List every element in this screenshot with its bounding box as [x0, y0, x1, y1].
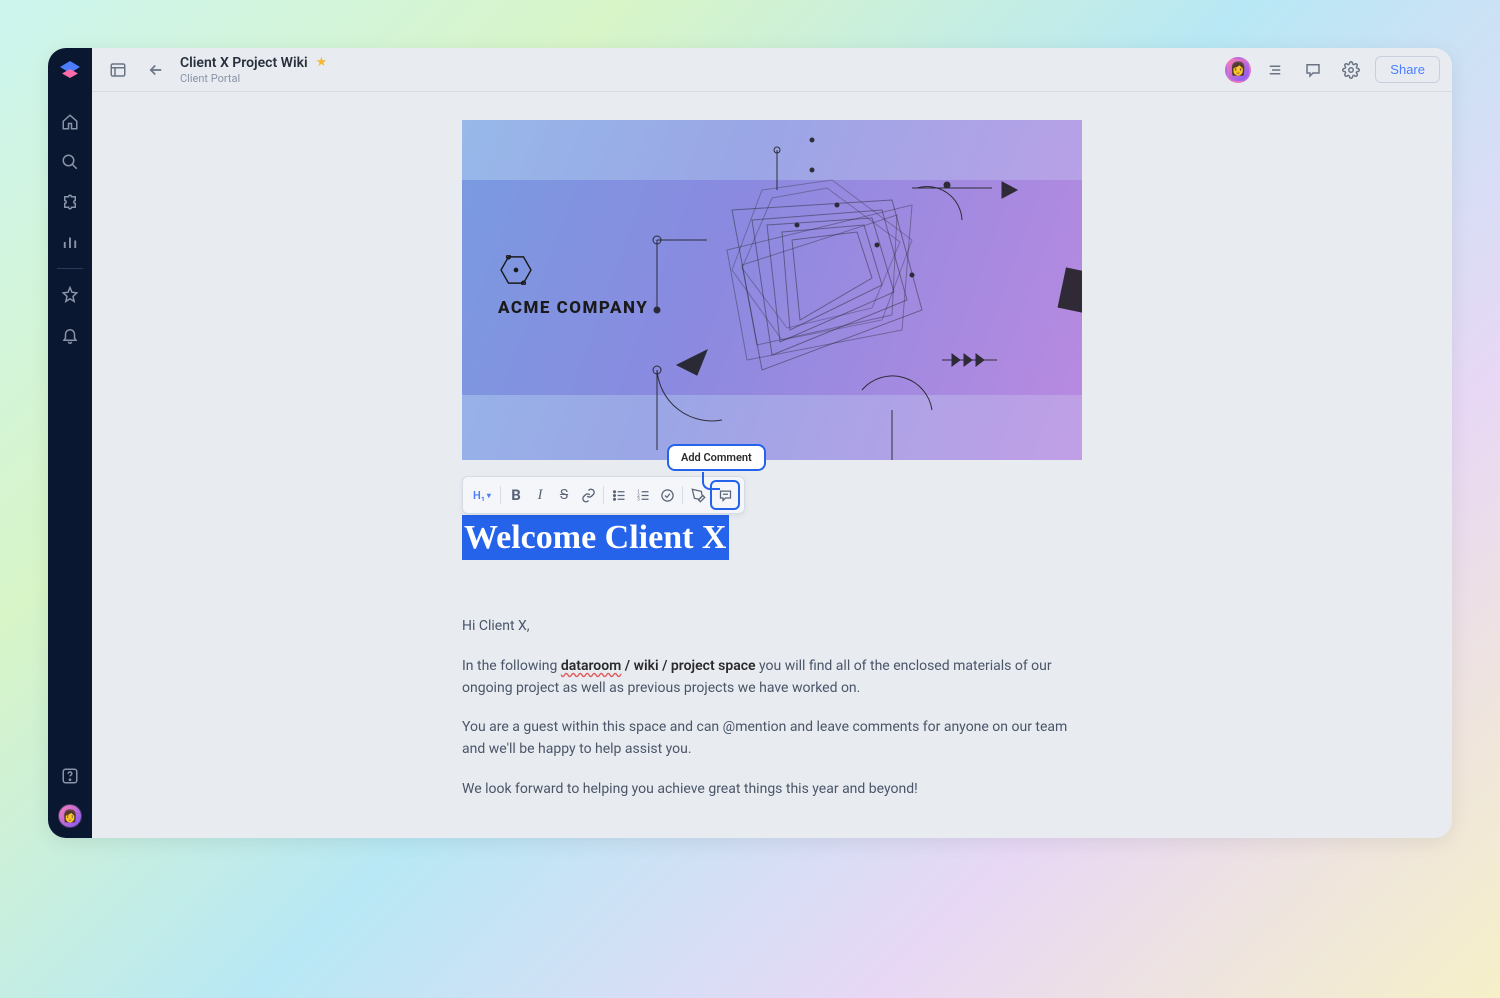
- outline-icon[interactable]: [1261, 56, 1289, 84]
- main-column: Client X Project Wiki ★ Client Portal 👩 …: [92, 48, 1452, 838]
- italic-button[interactable]: I: [528, 483, 552, 507]
- page-title[interactable]: Client X Project Wiki: [180, 55, 308, 71]
- body-paragraph[interactable]: Hi Client X,: [462, 616, 1082, 638]
- cover-company-label: ACME COMPANY: [498, 298, 648, 318]
- strikethrough-button[interactable]: S: [552, 483, 576, 507]
- help-icon[interactable]: [56, 762, 84, 790]
- bell-icon[interactable]: [56, 321, 84, 349]
- heading-block: H₁▾ B I S 123: [462, 516, 1082, 560]
- topbar: Client X Project Wiki ★ Client Portal 👩 …: [92, 48, 1452, 92]
- nav-rail: 👩: [48, 48, 92, 838]
- document-body[interactable]: Hi Client X, In the following dataroom /…: [462, 616, 1082, 800]
- user-avatar[interactable]: 👩: [1225, 57, 1251, 83]
- app-logo[interactable]: [57, 58, 83, 84]
- body-paragraph[interactable]: You are a guest within this space and ca…: [462, 717, 1082, 760]
- document: ACME COMPANY: [462, 120, 1082, 810]
- cover-image[interactable]: ACME COMPANY: [462, 120, 1082, 460]
- bullet-list-button[interactable]: [607, 483, 631, 507]
- comments-icon[interactable]: [1299, 56, 1327, 84]
- breadcrumb[interactable]: Client Portal: [180, 72, 327, 85]
- search-icon[interactable]: [56, 148, 84, 176]
- rail-divider: [57, 268, 83, 269]
- title-block: Client X Project Wiki ★ Client Portal: [180, 55, 327, 85]
- numbered-list-button[interactable]: 123: [631, 483, 655, 507]
- settings-icon[interactable]: [1337, 56, 1365, 84]
- puzzle-icon[interactable]: [56, 188, 84, 216]
- analytics-icon[interactable]: [56, 228, 84, 256]
- body-paragraph[interactable]: In the following dataroom / wiki / proje…: [462, 656, 1082, 699]
- heading-dropdown[interactable]: H₁▾: [467, 483, 497, 507]
- checklist-button[interactable]: [655, 483, 679, 507]
- cover-abstract-art: [632, 120, 1082, 460]
- spell-error[interactable]: dataroom: [561, 658, 621, 674]
- share-button[interactable]: Share: [1375, 56, 1440, 83]
- svg-text:3: 3: [637, 497, 640, 502]
- back-icon[interactable]: [142, 56, 170, 84]
- link-button[interactable]: [576, 483, 600, 507]
- cover-hex-icon: [498, 255, 534, 285]
- document-area: ACME COMPANY: [92, 92, 1452, 838]
- star-icon[interactable]: [56, 281, 84, 309]
- document-heading[interactable]: Welcome Client X: [462, 515, 729, 560]
- rail-avatar[interactable]: 👩: [58, 804, 82, 828]
- app-container: 👩 Client X Project Wiki ★ Client Portal …: [48, 48, 1452, 838]
- panel-toggle-icon[interactable]: [104, 56, 132, 84]
- favorite-star-icon[interactable]: ★: [316, 55, 328, 70]
- body-paragraph[interactable]: We look forward to helping you achieve g…: [462, 779, 1082, 801]
- home-icon[interactable]: [56, 108, 84, 136]
- add-comment-tooltip: Add Comment: [667, 444, 766, 471]
- bold-button[interactable]: B: [504, 483, 528, 507]
